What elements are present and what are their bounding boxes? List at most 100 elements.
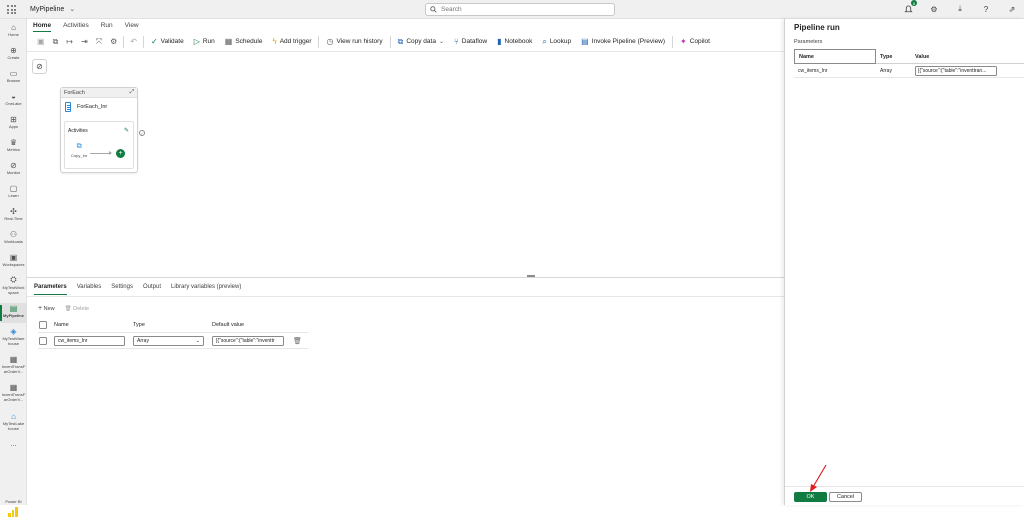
tab-library-variables[interactable]: Library variables (preview) [171, 283, 241, 295]
parameter-type-select[interactable]: Array ⌄ [133, 336, 204, 346]
copilot-button[interactable]: ✦ Copilot [675, 35, 715, 49]
panel-splitter[interactable] [27, 277, 784, 278]
notebook-button[interactable]: ▮ Notebook [492, 35, 537, 49]
cancel-button[interactable]: Cancel [829, 492, 862, 502]
tab-variables[interactable]: Variables [77, 283, 102, 295]
nav-mytestlakehouse[interactable]: ⌂ MyTestLake house [0, 411, 27, 436]
notifications-icon[interactable]: 8 [902, 0, 917, 15]
help-icon[interactable]: ? [980, 3, 992, 15]
plus-icon: + [38, 305, 43, 312]
tab-settings[interactable]: Settings [111, 283, 133, 295]
tab-run[interactable]: Run [101, 19, 113, 32]
success-check-icon[interactable]: ✓ [139, 130, 145, 136]
run-button[interactable]: ▷ Run [189, 35, 220, 49]
pipeline-icon: ▤ [9, 303, 18, 313]
edit-pencil-icon[interactable]: ✎ [124, 127, 129, 134]
dataflow-button[interactable]: ⑂ Dataflow [449, 35, 492, 49]
parameter-default-input[interactable]: [{"source":{"table":"inventtr [212, 336, 284, 346]
tab-home[interactable]: Home [33, 19, 52, 32]
share-icon[interactable]: ⇗ [1006, 3, 1018, 15]
nav-table-2[interactable]: ▦ InventTransF arOrderV... [0, 382, 27, 407]
settings-button[interactable]: ⚙ [106, 35, 121, 49]
ok-button[interactable]: OK [794, 492, 827, 502]
search-input[interactable] [441, 6, 601, 13]
fit-to-screen-button[interactable]: ⤧ [92, 35, 106, 49]
row-checkbox[interactable] [39, 337, 47, 345]
canvas-tool-button[interactable]: ⊘ [32, 59, 47, 74]
undo-button[interactable]: ↶ [126, 35, 141, 49]
divider [142, 35, 144, 48]
notebook-icon: ▮ [497, 36, 502, 46]
copy-activity[interactable]: ⧉ Copy_Inr [71, 143, 87, 158]
connector-arrow [90, 151, 112, 155]
nav-create[interactable]: ⊕ Create [0, 45, 27, 65]
copy-data-button[interactable]: ⧉ Copy data ⌄ [393, 35, 449, 49]
pipeline-run-panel: Pipeline run Parameters Name Type Value … [784, 19, 1024, 505]
save-button[interactable]: ▣ [33, 35, 49, 49]
add-activity-plus-icon[interactable]: + [116, 149, 125, 158]
workspace-icon: ⛭ [10, 275, 17, 284]
table-icon: ▦ [9, 382, 18, 392]
parameter-name-input[interactable]: cw_items_Inr [54, 336, 125, 346]
nav-mytestwarehouse[interactable]: ◈ MyTestWare house [0, 326, 27, 351]
table-row: cw_items_Inr Array ⌄ [{"source":{"table":… [38, 333, 308, 349]
nav-metrics[interactable]: ♛ Metrics [0, 137, 27, 157]
workspaces-icon: ▣ [9, 252, 18, 262]
schedule-button[interactable]: ▦ Schedule [220, 35, 268, 49]
nav-browse[interactable]: ▭ Browse [0, 68, 27, 88]
nav-mypipeline[interactable]: ▤ MyPipeline [0, 303, 27, 323]
pipeline-canvas[interactable]: ⊘ ForEach ⤢ ForEach_Inr Activities ✎ ⧉ C… [27, 52, 784, 276]
tab-view[interactable]: View [125, 19, 139, 32]
import-icon: ↦ [66, 36, 73, 46]
workspace-selector[interactable]: MyPipeline ⌄ [30, 5, 75, 14]
tab-parameters[interactable]: Parameters [34, 283, 67, 295]
chevron-down-icon: ⌄ [195, 338, 200, 344]
delete-parameter-button[interactable]: 🗑 Delete [65, 306, 89, 312]
foreach-activity[interactable]: ForEach ⤢ ForEach_Inr Activities ✎ ⧉ Cop… [60, 87, 138, 173]
save-as-button[interactable]: ⧉ [49, 35, 63, 49]
ribbon-toolbar: ▣ ⧉ ↦ ⇥ ⤧ ⚙ ↶ ✓ Validate ▷ Run ▦ Schedule ϟ… [27, 32, 784, 52]
resize-grip-icon[interactable] [527, 275, 535, 277]
lookup-label: Lookup [549, 38, 572, 45]
tab-output[interactable]: Output [143, 283, 161, 295]
nav-label: InventTransF arOrderV... [1, 392, 26, 402]
nav-realtime[interactable]: ✣ Real-Time [0, 206, 27, 226]
activities-label: Activities [68, 128, 88, 134]
lookup-button[interactable]: ⌕ Lookup [537, 35, 576, 49]
download-icon[interactable]: ⤓ [954, 3, 966, 15]
run-param-value-input[interactable]: [{"source":{"table":"inventtran... [915, 66, 997, 76]
powerbi-logo-icon[interactable] [6, 507, 20, 517]
select-all-checkbox[interactable] [39, 321, 47, 329]
more-icon: ... [10, 441, 17, 448]
nav-apps[interactable]: ⊞ Apps [0, 114, 27, 134]
settings-gear-icon[interactable]: ⚙ [928, 3, 940, 15]
search-box[interactable] [425, 3, 615, 16]
export-button[interactable]: ⇥ [77, 35, 92, 49]
save-icon: ▣ [37, 36, 45, 46]
validate-button[interactable]: ✓ Validate [146, 35, 189, 49]
expand-icon[interactable]: ⤢ [130, 89, 134, 96]
new-parameter-button[interactable]: + New [38, 305, 55, 312]
nav-mytestworkspace[interactable]: ⛭ MyTestWork space [0, 275, 27, 300]
divider [389, 35, 391, 48]
panel-title: Pipeline run [794, 23, 840, 32]
app-launcher-icon[interactable] [7, 5, 16, 14]
nav-onelake[interactable]: ◒ OneLake [0, 91, 27, 111]
nav-more[interactable]: ... [0, 441, 27, 454]
tab-activities[interactable]: Activities [63, 19, 89, 32]
invoke-pipeline-button[interactable]: ▤ Invoke Pipeline (Preview) [576, 35, 670, 49]
view-run-history-button[interactable]: ◷ View run history [321, 35, 387, 49]
nav-home[interactable]: ⌂ Home [0, 22, 27, 42]
nav-monitor[interactable]: ⊘ Monitor [0, 160, 27, 180]
add-trigger-button[interactable]: ϟ Add trigger [267, 35, 316, 49]
properties-tabs: Parameters Variables Settings Output Lib… [34, 283, 241, 295]
nav-workspaces[interactable]: ▣ Workspaces [0, 252, 27, 272]
nav-workloads[interactable]: ⚇ Workloads [0, 229, 27, 249]
nav-label: OneLake [5, 101, 22, 106]
import-button[interactable]: ↦ [62, 35, 77, 49]
nav-table-1[interactable]: ▦ InventTransF arOrderV... [0, 354, 27, 379]
delete-row-icon[interactable]: 🗑 [293, 337, 302, 345]
column-name: Name [54, 322, 69, 328]
nav-learn[interactable]: ▢ Learn [0, 183, 27, 203]
copy-data-icon: ⧉ [397, 36, 404, 46]
